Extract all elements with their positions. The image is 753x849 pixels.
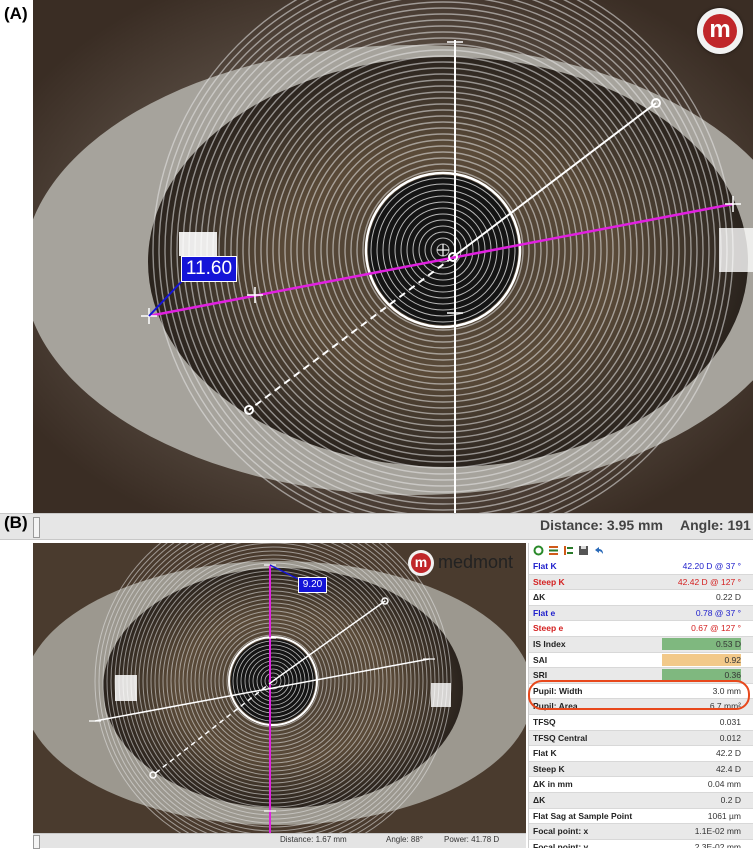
table-row: SRI 0.36 (529, 668, 753, 684)
row-value: 0.012 (719, 732, 741, 743)
distance-readout-b: Distance: 1.67 mm (280, 835, 347, 844)
placido-image-a[interactable]: m 11.60 (33, 0, 753, 513)
undo-icon[interactable] (593, 545, 604, 556)
table-row: Flat e 0.78 @ 37 ° (529, 605, 753, 622)
table-row: Pupil: Area 6.7 mm² (529, 699, 753, 715)
status-bar-b: Distance: 1.67 mm Angle: 88° Power: 41.7… (33, 833, 526, 849)
row-value: 42.4 D (715, 763, 741, 774)
distance-readout-a: Distance: 3.95 mm (540, 517, 663, 533)
row-value: 0.67 @ 127 ° (691, 623, 741, 634)
row-value: 3.0 mm (712, 685, 741, 696)
row-value: 0.92 (724, 654, 741, 665)
table-toolbar (529, 543, 753, 559)
table-row: ΔK 0.2 D (529, 792, 753, 809)
row-label: Flat e (533, 607, 556, 618)
table-row: Flat K 42.20 D @ 37 ° (529, 559, 753, 575)
row-label: ΔK in mm (533, 779, 573, 790)
row-value: 0.22 D (715, 592, 741, 603)
row-value: 42.2 D (715, 748, 741, 759)
row-label: Flat K (533, 561, 557, 571)
eye-graphic-b (33, 543, 526, 833)
table-row: Steep K 42.42 D @ 127 ° (529, 574, 753, 591)
row-value: 0.031 (719, 716, 741, 727)
table-row: SAI 0.92 (529, 653, 753, 669)
placido-image-b[interactable]: m medmont 9.20 (33, 543, 526, 833)
table-row: TFSQ 0.031 (529, 715, 753, 731)
row-value: 0.53 D (715, 638, 741, 649)
measurement-label-b: 9.20 (298, 577, 327, 593)
row-label: Focal point: x (533, 826, 589, 837)
table-row: Flat Sag at Sample Point 1061 µm (529, 809, 753, 825)
angle-readout-a: Angle: 191 (680, 517, 751, 533)
table-row: IS Index 0.53 D (529, 636, 753, 653)
table-row: ΔK 0.22 D (529, 590, 753, 606)
indices-table: Flat K 42.20 D @ 37 ° Steep K 42.42 D @ 127… (528, 543, 753, 848)
row-value: 2.3E-02 mm (694, 841, 741, 848)
eye-graphic-a (33, 0, 753, 513)
table-row: ΔK in mm 0.04 mm (529, 777, 753, 793)
row-label: Pupil: Width (533, 685, 583, 696)
row-value: 6.7 mm² (709, 701, 741, 712)
row-value: 0.2 D (720, 794, 741, 805)
row-label: SAI (533, 654, 548, 665)
list-alt-icon[interactable] (563, 545, 574, 556)
row-label: Flat Sag at Sample Point (533, 810, 633, 821)
row-label: Steep K (533, 576, 565, 587)
row-label: Focal point: y (533, 841, 589, 848)
panel-a-label: (A) (4, 4, 28, 23)
row-label: Flat K (533, 748, 557, 759)
row-value: 0.78 @ 37 ° (695, 607, 741, 618)
row-label: TFSQ (533, 716, 556, 727)
row-value: 42.20 D @ 37 ° (682, 561, 741, 571)
table-row: Focal point: y 2.3E-02 mm (529, 840, 753, 848)
status-box (33, 517, 40, 538)
table-rows: Flat K 42.20 D @ 37 ° Steep K 42.42 D @ 127… (529, 559, 753, 848)
row-value: 1061 µm (707, 810, 741, 821)
measurement-label-a: 11.60 (181, 256, 237, 282)
row-value: 0.36 (724, 670, 741, 681)
row-label: TFSQ Central (533, 732, 588, 743)
status-bar-a: Distance: 3.95 mm Angle: 191 (0, 513, 753, 540)
row-value: 1.1E-02 mm (694, 826, 741, 837)
row-label: SRI (533, 670, 548, 681)
logo-letter-b: m (411, 553, 431, 573)
list-icon[interactable] (548, 545, 559, 556)
refresh-icon[interactable] (533, 545, 544, 556)
table-row: Flat K 42.2 D (529, 746, 753, 762)
row-value: 0.04 mm (707, 779, 741, 790)
save-icon[interactable] (578, 545, 589, 556)
table-row: TFSQ Central 0.012 (529, 730, 753, 747)
angle-readout-b: Angle: 88° (386, 835, 424, 844)
power-readout-b: Power: 41.78 D (444, 835, 500, 844)
panel-b-label: (B) (4, 513, 28, 532)
row-label: Pupil: Area (533, 701, 578, 712)
row-label: Steep K (533, 763, 565, 774)
medmont-logo-a: m (697, 8, 743, 54)
row-label: Steep e (533, 623, 564, 634)
status-box-b (33, 835, 40, 849)
row-value: 42.42 D @ 127 ° (677, 576, 741, 587)
table-row: Steep e 0.67 @ 127 ° (529, 621, 753, 637)
table-row: Pupil: Width 3.0 mm (529, 684, 753, 700)
table-row: Focal point: x 1.1E-02 mm (529, 824, 753, 840)
row-label: IS Index (533, 638, 566, 649)
row-label: ΔK (533, 794, 546, 805)
logo-letter: m (703, 14, 737, 48)
brand-name: medmont (438, 552, 514, 572)
table-row: Steep K 42.4 D (529, 761, 753, 778)
logo-badge-b: m (408, 550, 434, 576)
row-label: ΔK (533, 592, 546, 603)
